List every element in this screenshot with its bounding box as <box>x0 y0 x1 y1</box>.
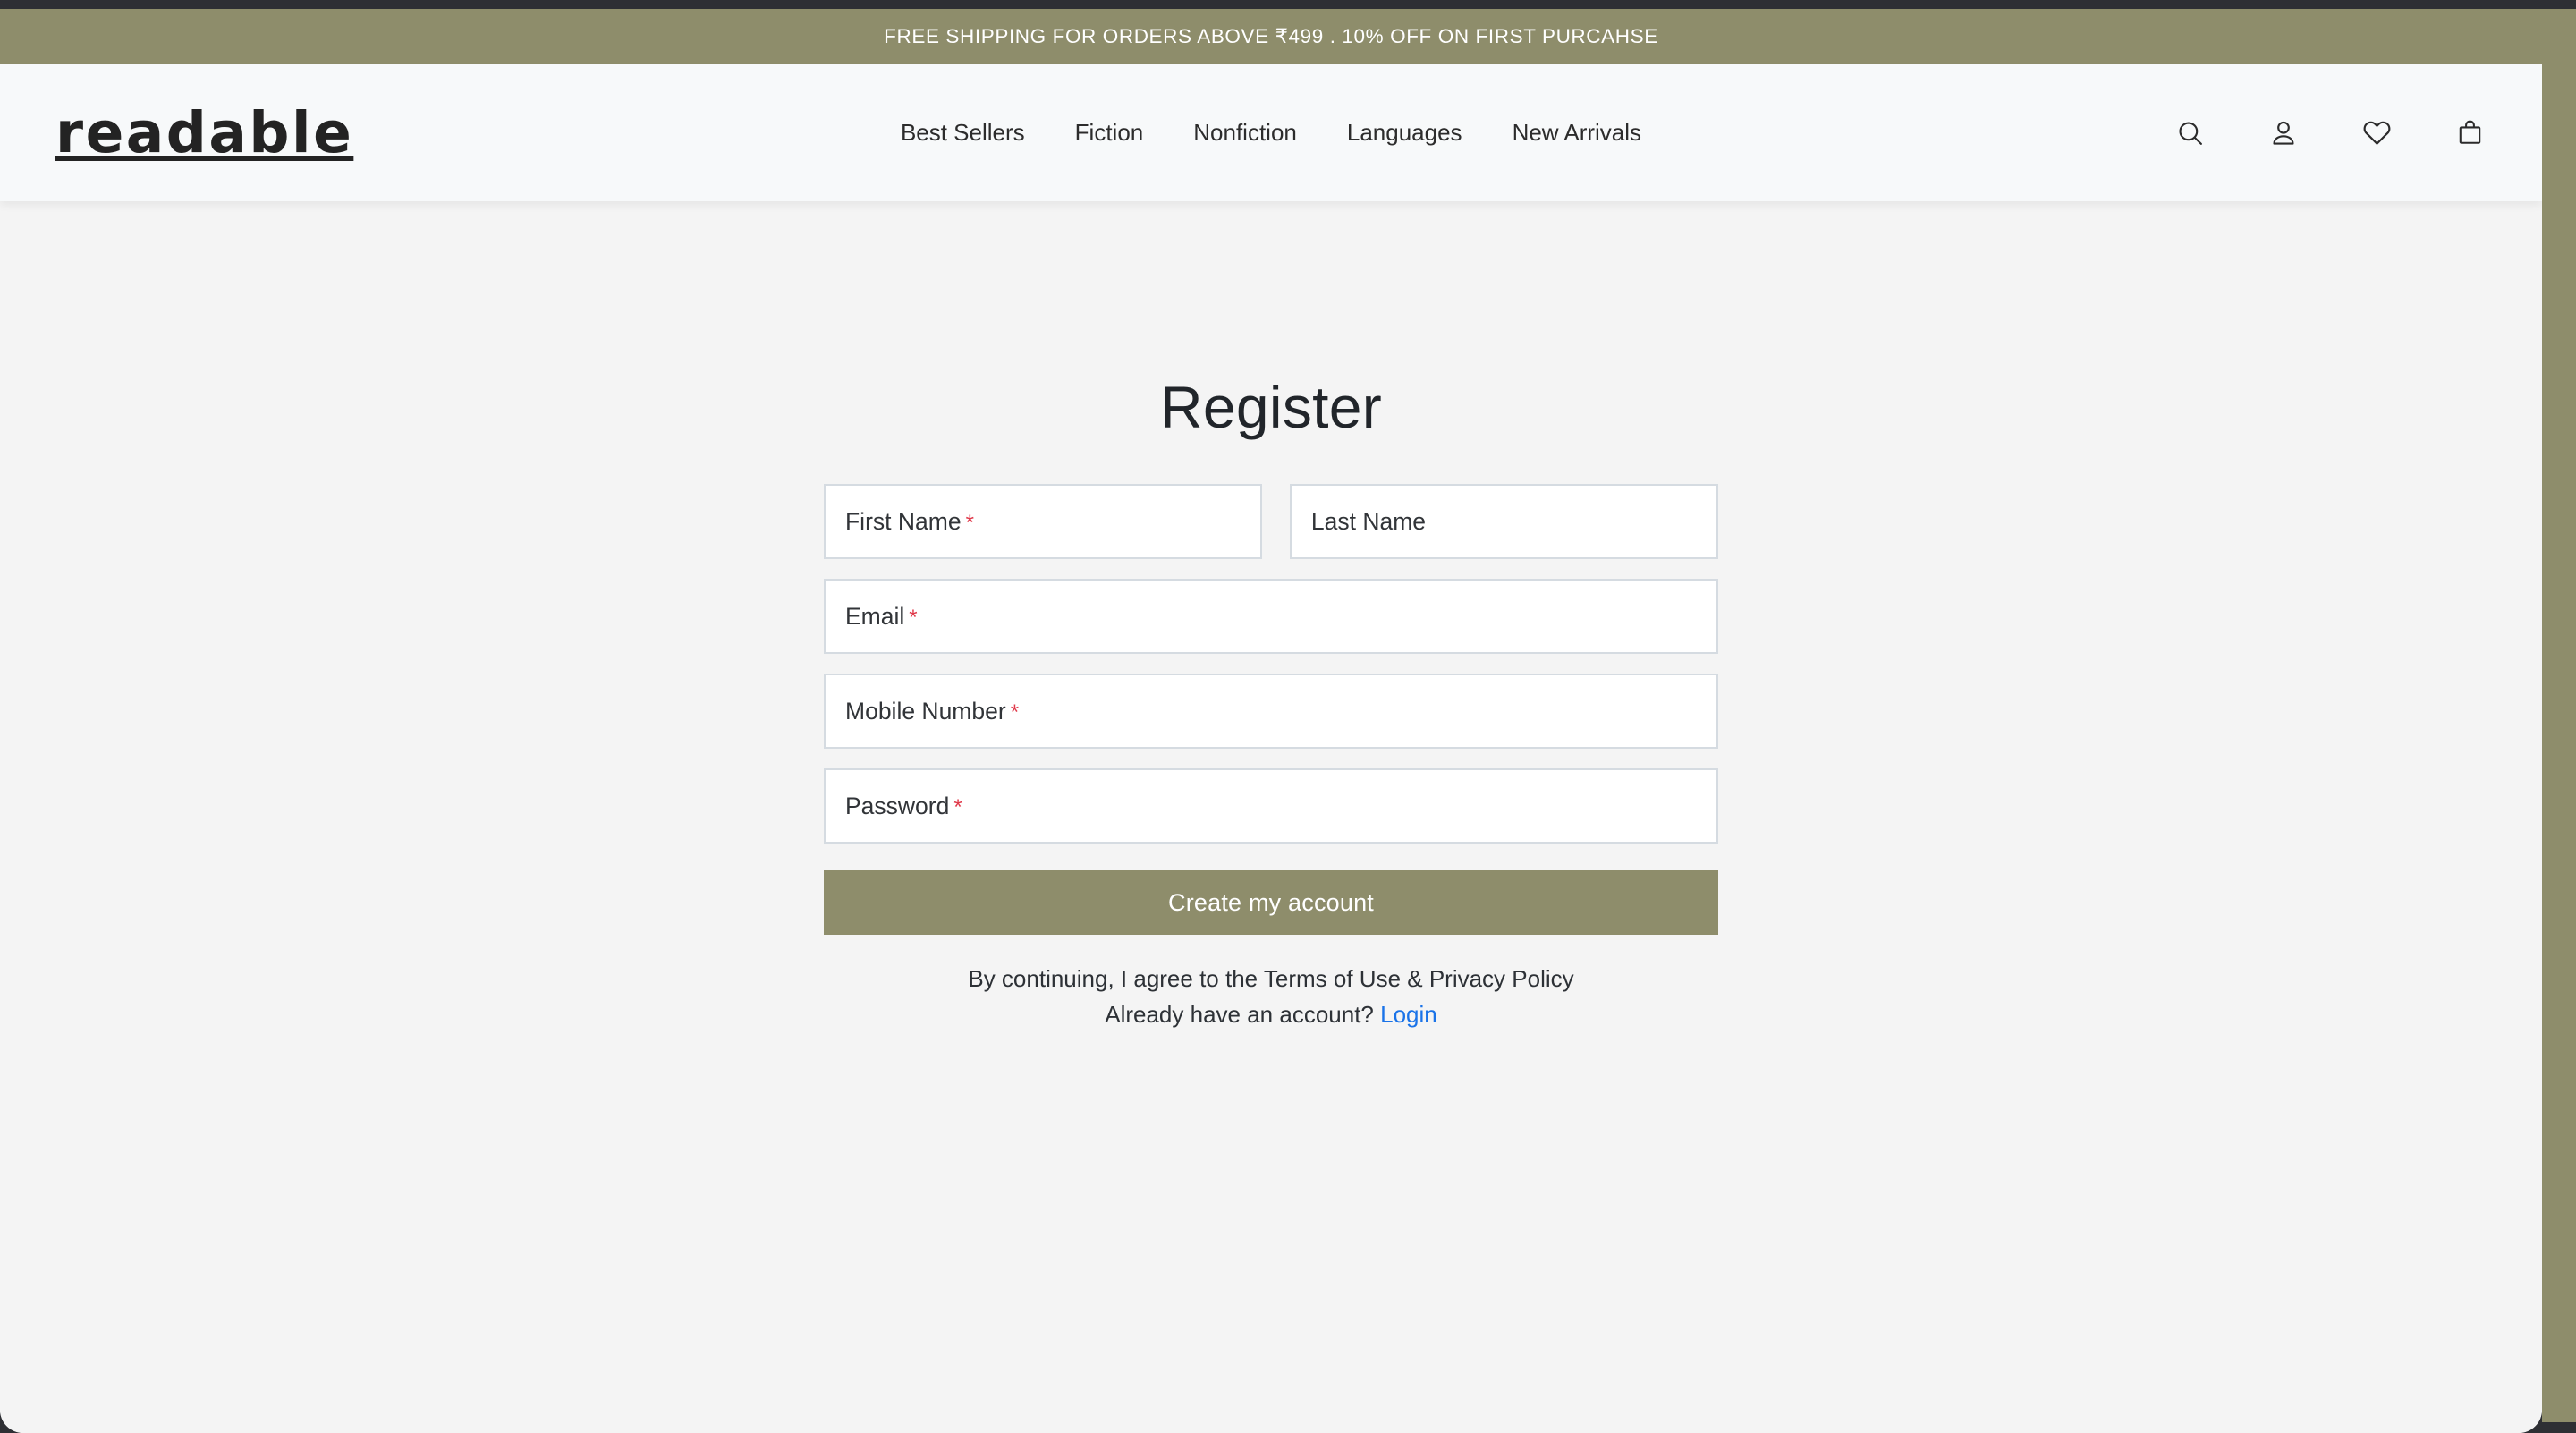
register-form: First Name* Last Name Email* <box>824 484 1718 1032</box>
nav-item-fiction[interactable]: Fiction <box>1075 119 1144 147</box>
announcement-text: FREE SHIPPING FOR ORDERS ABOVE ₹499 . 10… <box>884 25 1658 47</box>
first-name-input[interactable] <box>826 486 1260 557</box>
login-link[interactable]: Login <box>1380 1001 1437 1028</box>
email-field[interactable]: Email * <box>824 579 1718 654</box>
last-name-input[interactable] <box>1291 486 1716 557</box>
login-prompt-line: Already have an account? Login <box>824 997 1718 1033</box>
site-logo[interactable]: readable <box>55 105 353 161</box>
first-name-field[interactable]: First Name * <box>824 484 1262 559</box>
login-prompt-text: Already have an account? <box>1105 1000 1374 1028</box>
name-field-row: First Name* Last Name <box>824 484 1718 559</box>
password-input[interactable] <box>826 770 1716 842</box>
browser-viewport: FREE SHIPPING FOR ORDERS ABOVE ₹499 . 10… <box>0 9 2542 1433</box>
header-icon-group <box>2174 116 2487 150</box>
nav-item-languages[interactable]: Languages <box>1347 119 1462 147</box>
announcement-bar: FREE SHIPPING FOR ORDERS ABOVE ₹499 . 10… <box>0 9 2542 64</box>
search-icon[interactable] <box>2174 116 2207 150</box>
wishlist-heart-icon[interactable] <box>2360 116 2394 150</box>
main-content: Register First Name* Last Name <box>0 201 2542 1433</box>
screen: FREE SHIPPING FOR ORDERS ABOVE ₹499 . 10… <box>0 0 2576 1433</box>
legal-section: By continuing, I agree to the Terms of U… <box>824 962 1718 1032</box>
site-header: readable Best Sellers Fiction Nonfiction… <box>0 64 2542 201</box>
account-icon[interactable] <box>2267 116 2301 150</box>
page-title: Register <box>1159 374 1383 440</box>
password-field[interactable]: Password * <box>824 768 1718 844</box>
last-name-field[interactable]: Last Name <box>1289 484 1718 559</box>
nav-item-best-sellers[interactable]: Best Sellers <box>901 119 1025 147</box>
terms-text: By continuing, I agree to the Terms of U… <box>968 965 1574 992</box>
nav-item-nonfiction[interactable]: Nonfiction <box>1193 119 1297 147</box>
main-navigation: Best Sellers Fiction Nonfiction Language… <box>0 119 2542 147</box>
cart-bag-icon[interactable] <box>2453 116 2487 150</box>
nav-item-new-arrivals[interactable]: New Arrivals <box>1513 119 1641 147</box>
mobile-number-input[interactable] <box>826 675 1716 747</box>
create-account-button[interactable]: Create my account <box>824 870 1718 935</box>
email-input[interactable] <box>826 581 1716 652</box>
mobile-number-field[interactable]: Mobile Number * <box>824 674 1718 749</box>
page-right-edge-strip <box>2542 9 2576 1422</box>
